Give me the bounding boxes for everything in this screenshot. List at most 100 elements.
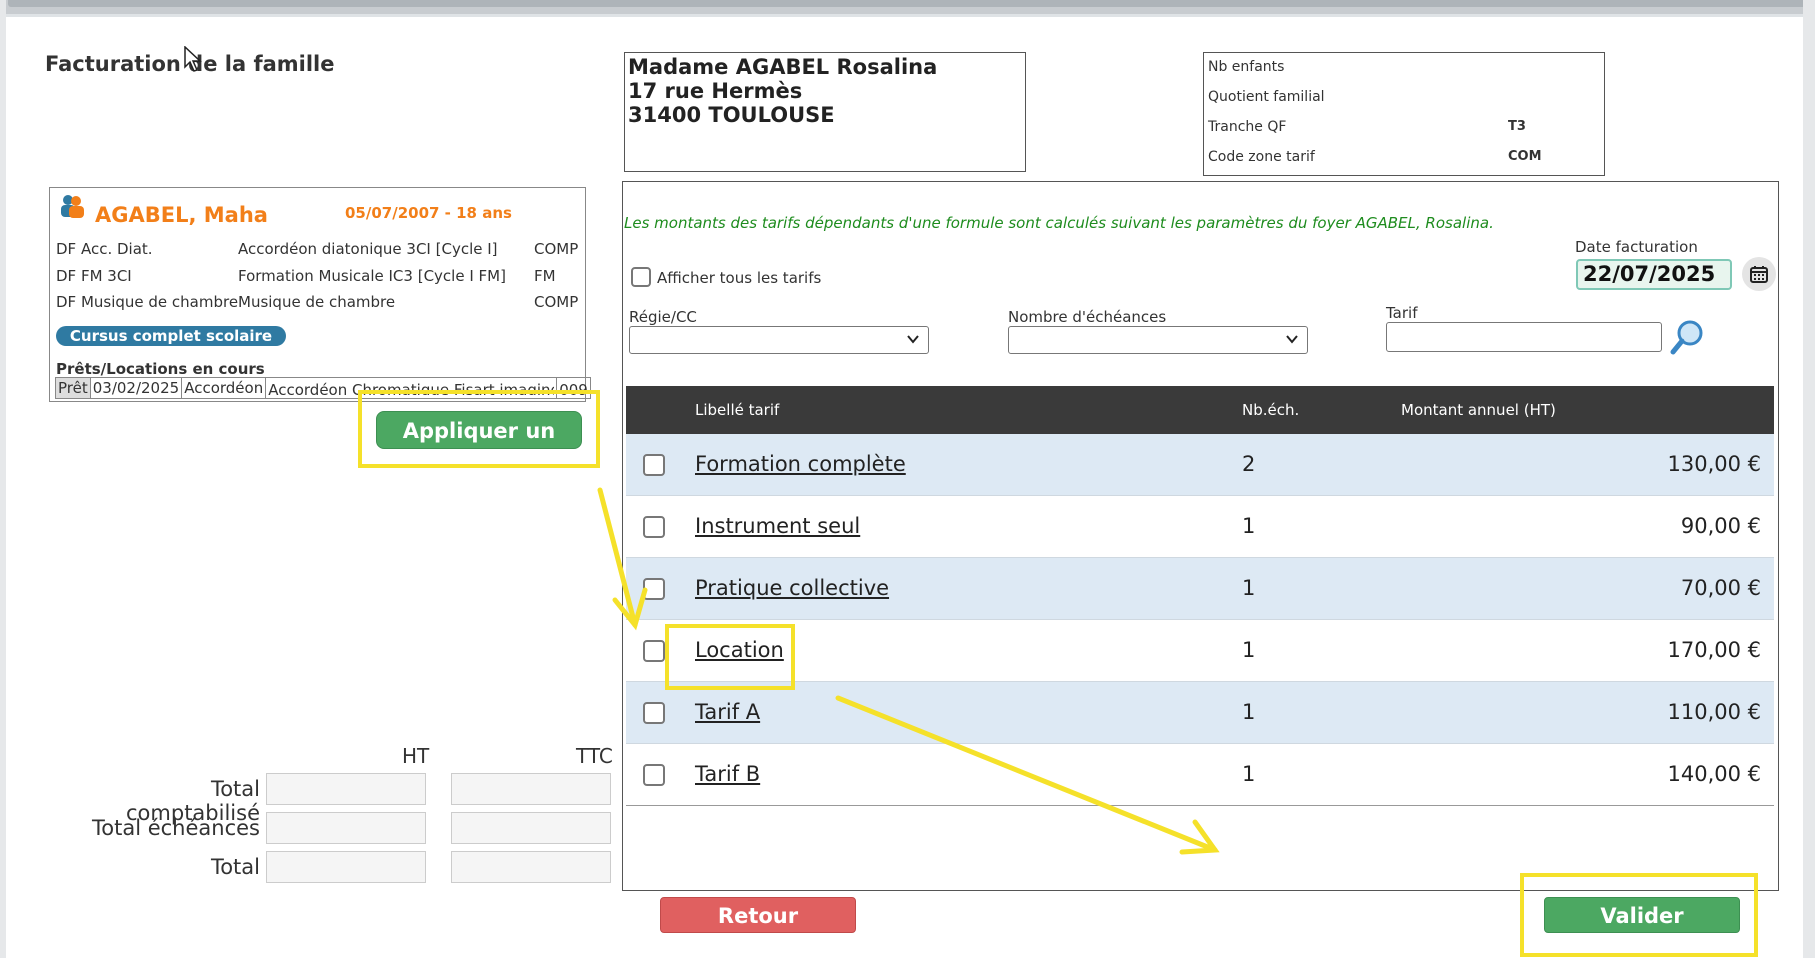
course-row: DF FM 3CI [56, 267, 132, 285]
date-facturation-input[interactable]: 22/07/2025 [1576, 259, 1732, 290]
calendar-icon [1750, 266, 1768, 283]
search-icon[interactable] [1668, 318, 1706, 358]
nb-echeances: 1 [1242, 762, 1256, 786]
loans-title: Prêts/Locations en cours [56, 360, 265, 378]
loan-instrument: Accordéon [181, 377, 267, 399]
mouse-cursor-icon [184, 46, 202, 72]
table-row[interactable]: Tarif B 1 140,00 € [626, 744, 1774, 806]
tarif-label: Tarif [1386, 304, 1418, 322]
row-checkbox[interactable] [643, 640, 665, 662]
retour-button[interactable]: Retour [660, 897, 856, 933]
header-nb-ech: Nb.éch. [1242, 401, 1300, 419]
echeances-select[interactable] [1008, 326, 1308, 354]
cursus-badge: Cursus complet scolaire [56, 326, 286, 346]
course-type: FM [534, 267, 556, 285]
tarif-link[interactable]: Instrument seul [695, 514, 860, 538]
total-echeances-ttc-field[interactable] [451, 812, 611, 844]
student-name[interactable]: AGABEL, Maha [95, 203, 268, 227]
course-type: COMP [534, 293, 579, 311]
info-row-quotient: Quotient familial [1208, 89, 1600, 119]
show-all-tarifs-label: Afficher tous les tarifs [657, 269, 822, 287]
echeances-label: Nombre d'échéances [1008, 308, 1167, 326]
chevron-down-icon [907, 335, 919, 344]
course-label: Musique de chambre [238, 293, 396, 311]
window-top-bar [0, 0, 1815, 14]
course-label: Accordéon diatonique 3CI [Cycle I] [238, 240, 498, 258]
info-row-tranche-qf: Tranche QF T3 [1208, 119, 1600, 149]
loan-kind: Prêt [55, 377, 91, 399]
address-line-3: 31400 TOULOUSE [628, 103, 835, 127]
info-label: Tranche QF [1208, 119, 1287, 135]
row-checkbox[interactable] [643, 578, 665, 600]
header-libelle: Libellé tarif [695, 401, 780, 419]
tarif-link[interactable]: Formation complète [695, 452, 906, 476]
info-value: COM [1508, 149, 1542, 164]
tarif-link[interactable]: Tarif B [695, 762, 760, 786]
total-ht-field[interactable] [266, 851, 426, 883]
loan-date: 03/02/2025 [89, 377, 183, 399]
info-value: T3 [1508, 119, 1526, 134]
show-all-tarifs-checkbox[interactable] [631, 267, 651, 287]
regie-select[interactable] [629, 326, 929, 354]
table-row[interactable]: Location 1 170,00 € [626, 620, 1774, 682]
table-row[interactable]: Instrument seul 1 90,00 € [626, 496, 1774, 558]
family-info-box: Nb enfants Quotient familial Tranche QF T… [1203, 52, 1605, 176]
table-row[interactable]: Tarif A 1 110,00 € [626, 682, 1774, 744]
nb-echeances: 2 [1242, 452, 1256, 476]
totals-ht-header: HT [402, 744, 430, 768]
total-ttc-field[interactable] [451, 851, 611, 883]
nb-echeances: 1 [1242, 700, 1256, 724]
tarif-link[interactable]: Pratique collective [695, 576, 889, 600]
right-scrollbar[interactable] [1803, 0, 1815, 958]
total-echeances-ht-field[interactable] [266, 812, 426, 844]
highlight-box-valider [1520, 873, 1758, 957]
window-top-bar-inner [8, 0, 1808, 7]
course-type: COMP [534, 240, 579, 258]
info-row-code-zone: Code zone tarif COM [1208, 149, 1600, 179]
course-code: DF Musique de chambre [56, 293, 239, 311]
left-edge [0, 0, 6, 958]
row-checkbox[interactable] [643, 516, 665, 538]
total-echeances-label: Total échéances [92, 816, 260, 840]
montant: 70,00 € [1680, 576, 1761, 600]
nb-echeances: 1 [1242, 514, 1256, 538]
address-line-2: 17 rue Hermès [628, 79, 803, 103]
row-checkbox[interactable] [643, 702, 665, 724]
tarif-search-input[interactable] [1386, 322, 1662, 352]
header-montant: Montant annuel (HT) [1401, 401, 1556, 419]
course-label: Formation Musicale IC3 [Cycle I FM] [238, 267, 506, 285]
total-comptabilise-ht-field[interactable] [266, 773, 426, 805]
total-label: Total [210, 855, 260, 879]
regie-label: Régie/CC [629, 308, 697, 326]
info-label: Nb enfants [1208, 59, 1285, 75]
course-row: DF Musique de chambre [56, 293, 238, 311]
formula-notice: Les montants des tarifs dépendants d'une… [624, 214, 1494, 232]
chevron-down-icon [1286, 335, 1298, 344]
address-line-1: Madame AGABEL Rosalina [628, 55, 938, 79]
table-row[interactable]: Pratique collective 1 70,00 € [626, 558, 1774, 620]
nb-echeances: 1 [1242, 576, 1256, 600]
row-checkbox[interactable] [643, 454, 665, 476]
nb-echeances: 1 [1242, 638, 1256, 662]
totals-ttc-header: TTC [576, 744, 613, 768]
student-birthdate: 05/07/2007 - 18 ans [345, 204, 512, 222]
address-box: Madame AGABEL Rosalina 17 rue Hermès 314… [624, 52, 1026, 172]
montant: 140,00 € [1667, 762, 1761, 786]
info-label: Quotient familial [1208, 89, 1325, 105]
highlight-box-apply [358, 390, 600, 468]
calendar-button[interactable] [1742, 257, 1776, 291]
table-row[interactable]: Formation complète 2 130,00 € [626, 434, 1774, 496]
montant: 110,00 € [1667, 700, 1761, 724]
family-icon [61, 195, 84, 218]
date-facturation-label: Date facturation [1575, 238, 1698, 256]
total-comptabilise-ttc-field[interactable] [451, 773, 611, 805]
student-card: AGABEL, Maha 05/07/2007 - 18 ans DF Acc.… [49, 187, 591, 402]
montant: 130,00 € [1667, 452, 1761, 476]
tarif-table-header: Libellé tarif Nb.éch. Montant annuel (HT… [626, 386, 1774, 434]
row-checkbox[interactable] [643, 764, 665, 786]
top-divider [0, 14, 1815, 17]
highlight-box-location [665, 624, 795, 690]
tarif-link[interactable]: Tarif A [695, 700, 760, 724]
montant: 90,00 € [1680, 514, 1761, 538]
course-row: DF Acc. Diat. [56, 240, 153, 258]
